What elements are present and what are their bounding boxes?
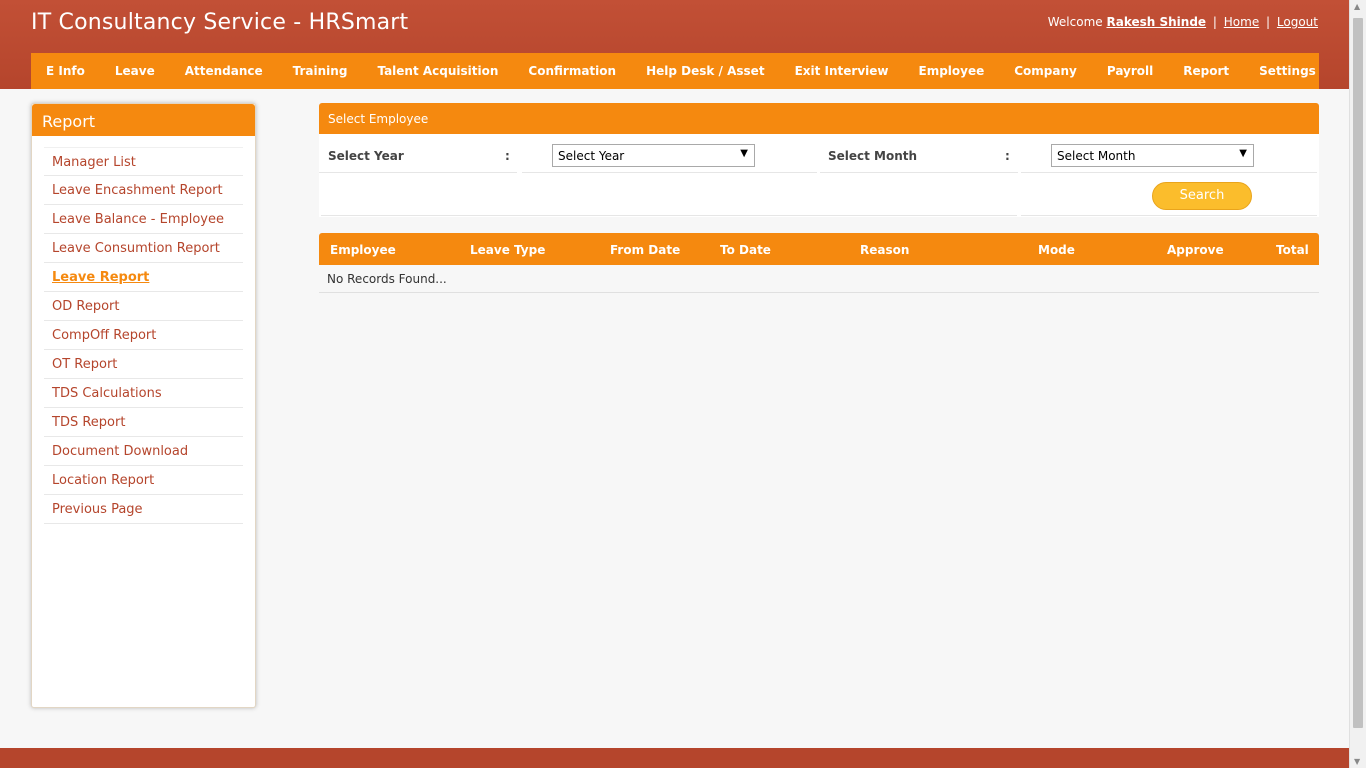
sidebar-item-tds-report[interactable]: TDS Report (44, 408, 243, 437)
app-title: IT Consultancy Service - HRSmart (31, 10, 409, 35)
logout-link[interactable]: Logout (1277, 15, 1318, 29)
month-select[interactable]: Select Month ▼ (1051, 144, 1254, 167)
sidebar-item-leave-consumtion-report[interactable]: Leave Consumtion Report (44, 234, 243, 263)
sidebar-item-leave-report[interactable]: Leave Report (44, 263, 243, 292)
nav-item-settings[interactable]: Settings (1244, 64, 1331, 78)
nav-item-company[interactable]: Company (999, 64, 1092, 78)
nav-item-confirmation[interactable]: Confirmation (513, 64, 631, 78)
year-select-value: Select Year (558, 149, 625, 163)
filter-panel-title: Select Employee (319, 103, 1319, 134)
year-select[interactable]: Select Year ▼ (552, 144, 755, 167)
page-footer (0, 748, 1349, 768)
grid-header: Employee Leave Type From Date To Date Re… (319, 233, 1319, 265)
sidebar-item-leave-balance-employee[interactable]: Leave Balance - Employee (44, 205, 243, 234)
nav-item-training[interactable]: Training (278, 64, 363, 78)
col-reason[interactable]: Reason (860, 243, 909, 257)
grid-empty-message: No Records Found... (319, 265, 1319, 293)
col-from-date[interactable]: From Date (610, 243, 680, 257)
col-total[interactable]: Total (1276, 243, 1309, 257)
nav-item-payroll[interactable]: Payroll (1092, 64, 1168, 78)
nav-item-help-desk[interactable]: Help Desk / Asset (631, 64, 779, 78)
sidebar-item-ot-report[interactable]: OT Report (44, 350, 243, 379)
search-button[interactable]: Search (1152, 182, 1252, 210)
app-header: IT Consultancy Service - HRSmart Welcome… (0, 0, 1349, 89)
nav-item-attendance[interactable]: Attendance (170, 64, 278, 78)
sidebar-item-document-download[interactable]: Document Download (44, 437, 243, 466)
main-nav: E Info Leave Attendance Training Talent … (31, 53, 1319, 89)
col-approve[interactable]: Approve (1167, 243, 1224, 257)
month-select-cell: Select Month ▼ (1021, 136, 1317, 173)
nav-item-exit-interview[interactable]: Exit Interview (780, 64, 904, 78)
sidebar-item-previous-page[interactable]: Previous Page (44, 495, 243, 524)
year-label-cell: Select Year : (319, 136, 517, 173)
sidebar-list: Manager List Leave Encashment Report Lea… (44, 147, 243, 524)
page-scrollbar[interactable]: ▲ ▼ (1349, 0, 1366, 768)
nav-item-report[interactable]: Report (1168, 64, 1244, 78)
sidebar-item-tds-calculations[interactable]: TDS Calculations (44, 379, 243, 408)
col-employee[interactable]: Employee (330, 243, 396, 257)
year-colon: : (505, 149, 510, 163)
nav-item-e-info[interactable]: E Info (31, 64, 100, 78)
triangle-down-icon: ▼ (1239, 148, 1247, 159)
separator: | (1266, 15, 1271, 29)
filter-panel: Select Year : Select Year ▼ Select Month… (319, 134, 1319, 217)
scroll-up-icon[interactable]: ▲ (1354, 2, 1360, 11)
separator: | (1212, 15, 1217, 29)
col-leave-type[interactable]: Leave Type (470, 243, 545, 257)
nav-item-employee[interactable]: Employee (904, 64, 1000, 78)
triangle-down-icon: ▼ (740, 148, 748, 159)
sidebar-item-od-report[interactable]: OD Report (44, 292, 243, 321)
col-to-date[interactable]: To Date (720, 243, 771, 257)
scroll-thumb[interactable] (1353, 18, 1363, 728)
sidebar-item-leave-encashment-report[interactable]: Leave Encashment Report (44, 176, 243, 205)
sidebar-item-location-report[interactable]: Location Report (44, 466, 243, 495)
report-sidebar: Report Manager List Leave Encashment Rep… (31, 103, 256, 708)
sidebar-title: Report (32, 104, 255, 136)
year-label: Select Year (328, 149, 404, 163)
sidebar-item-manager-list[interactable]: Manager List (44, 147, 243, 176)
scroll-down-icon[interactable]: ▼ (1354, 757, 1360, 766)
filter-empty-cell (321, 175, 1017, 216)
home-link[interactable]: Home (1224, 15, 1259, 29)
month-colon: : (1005, 149, 1010, 163)
welcome-text: Welcome (1047, 15, 1103, 29)
user-name-link[interactable]: Rakesh Shinde (1106, 15, 1206, 29)
year-select-cell: Select Year ▼ (522, 136, 817, 173)
col-mode[interactable]: Mode (1038, 243, 1075, 257)
sidebar-item-compoff-report[interactable]: CompOff Report (44, 321, 243, 350)
month-label-cell: Select Month : (820, 136, 1018, 173)
nav-item-leave[interactable]: Leave (100, 64, 170, 78)
month-select-value: Select Month (1057, 149, 1136, 163)
month-label: Select Month (828, 149, 918, 163)
nav-item-talent-acquisition[interactable]: Talent Acquisition (362, 64, 513, 78)
user-bar: Welcome Rakesh Shinde | Home | Logout (1048, 15, 1318, 29)
